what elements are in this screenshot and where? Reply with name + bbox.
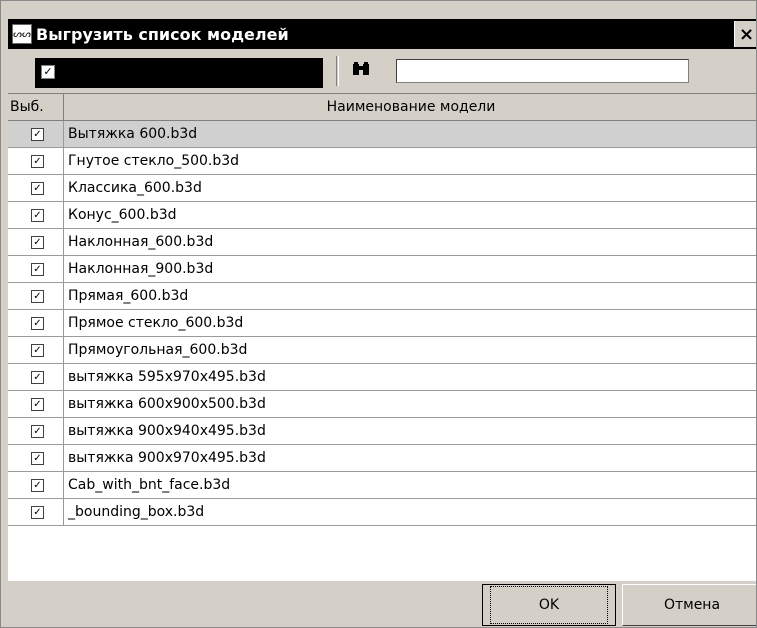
table-row[interactable]: ✓ Наклонная_900.b3d xyxy=(8,256,756,283)
ok-button[interactable]: OK xyxy=(482,584,616,626)
model-name-cell: Гнутое стекло_500.b3d xyxy=(68,153,240,169)
row-checkbox[interactable]: ✓ xyxy=(31,370,44,384)
model-name-cell: вытяжка 900x970x495.b3d xyxy=(68,450,266,466)
row-checkbox[interactable]: ✓ xyxy=(31,424,44,438)
model-name-cell: Прямоугольная_600.b3d xyxy=(68,342,248,358)
table-row[interactable]: ✓ Вытяжка 600.b3d xyxy=(8,121,756,148)
toolbar: ✓ xyxy=(8,49,756,93)
model-name-cell: Конус_600.b3d xyxy=(68,207,177,223)
row-select-cell: ✓ xyxy=(8,283,64,309)
models-table: Выб. Наименование модели ✓ Вытяжка 600.b3… xyxy=(8,93,756,582)
row-select-cell: ✓ xyxy=(8,472,64,498)
row-select-cell: ✓ xyxy=(8,148,64,174)
model-name-cell: Прямая_600.b3d xyxy=(68,288,189,304)
app-icon: ᔕᔕ xyxy=(12,24,32,44)
dialog-footer: OK Отмена xyxy=(8,581,756,627)
column-header-model-name[interactable]: Наименование модели xyxy=(64,94,756,120)
select-all-checkbox[interactable]: ✓ xyxy=(41,65,55,79)
title-bar: ᔕᔕ Выгрузить список моделей × xyxy=(8,19,756,49)
table-body: ✓ Вытяжка 600.b3d ✓ Гнутое стекло_500.b3d ✓ К… xyxy=(8,121,756,526)
row-select-cell: ✓ xyxy=(8,391,64,417)
row-checkbox[interactable]: ✓ xyxy=(31,127,44,141)
model-name-cell: вытяжка 600x900x500.b3d xyxy=(68,396,266,412)
table-row[interactable]: ✓ вытяжка 900x970x495.b3d xyxy=(8,445,756,472)
table-row[interactable]: ✓ Гнутое стекло_500.b3d xyxy=(8,148,756,175)
row-select-cell: ✓ xyxy=(8,121,64,147)
row-checkbox[interactable]: ✓ xyxy=(31,208,44,222)
row-checkbox[interactable]: ✓ xyxy=(31,181,44,195)
table-row[interactable]: ✓ Конус_600.b3d xyxy=(8,202,756,229)
model-name-cell: Наклонная_900.b3d xyxy=(68,261,214,277)
ok-button-label: OK xyxy=(489,586,609,624)
row-checkbox[interactable]: ✓ xyxy=(31,397,44,411)
row-select-cell: ✓ xyxy=(8,418,64,444)
model-name-cell: Вытяжка 600.b3d xyxy=(68,126,198,142)
table-row[interactable]: ✓ вытяжка 900x940x495.b3d xyxy=(8,418,756,445)
model-name-cell: Наклонная_600.b3d xyxy=(68,234,214,250)
row-checkbox[interactable]: ✓ xyxy=(31,343,44,357)
table-row[interactable]: ✓ Cab_with_bnt_face.b3d xyxy=(8,472,756,499)
close-button[interactable]: × xyxy=(734,21,756,47)
model-name-cell: Классика_600.b3d xyxy=(68,180,202,196)
row-select-cell: ✓ xyxy=(8,229,64,255)
row-checkbox[interactable]: ✓ xyxy=(31,451,44,465)
filter-field[interactable]: ✓ xyxy=(35,58,323,88)
model-name-cell: _bounding_box.b3d xyxy=(68,504,205,520)
row-checkbox[interactable]: ✓ xyxy=(31,316,44,330)
model-name-cell: вытяжка 595x970x495.b3d xyxy=(68,369,266,385)
row-select-cell: ✓ xyxy=(8,202,64,228)
row-select-cell: ✓ xyxy=(8,364,64,390)
row-select-cell: ✓ xyxy=(8,445,64,471)
row-select-cell: ✓ xyxy=(8,337,64,363)
table-row[interactable]: ✓ вытяжка 595x970x495.b3d xyxy=(8,364,756,391)
binoculars-icon[interactable] xyxy=(352,62,370,80)
search-input[interactable] xyxy=(396,59,689,83)
model-name-cell: вытяжка 900x940x495.b3d xyxy=(68,423,266,439)
export-models-dialog: ᔕᔕ Выгрузить список моделей × ✓ Выб. Наи… xyxy=(0,0,757,628)
binoculars-icon-svg xyxy=(353,62,369,75)
table-row[interactable]: ✓ Классика_600.b3d xyxy=(8,175,756,202)
row-checkbox[interactable]: ✓ xyxy=(31,235,44,249)
table-row[interactable]: ✓ вытяжка 600x900x500.b3d xyxy=(8,391,756,418)
table-row[interactable]: ✓ _bounding_box.b3d xyxy=(8,499,756,526)
model-name-cell: Прямое стекло_600.b3d xyxy=(68,315,244,331)
row-checkbox[interactable]: ✓ xyxy=(31,154,44,168)
table-header: Выб. Наименование модели xyxy=(8,94,756,121)
row-checkbox[interactable]: ✓ xyxy=(31,289,44,303)
table-row[interactable]: ✓ Прямое стекло_600.b3d xyxy=(8,310,756,337)
table-row[interactable]: ✓ Прямоугольная_600.b3d xyxy=(8,337,756,364)
toolbar-separator xyxy=(336,56,339,86)
row-select-cell: ✓ xyxy=(8,256,64,282)
row-select-cell: ✓ xyxy=(8,175,64,201)
row-checkbox[interactable]: ✓ xyxy=(31,505,44,519)
dialog-title: Выгрузить список моделей xyxy=(36,24,289,44)
cancel-button[interactable]: Отмена xyxy=(622,584,756,626)
table-row[interactable]: ✓ Наклонная_600.b3d xyxy=(8,229,756,256)
column-header-select[interactable]: Выб. xyxy=(8,94,64,120)
row-select-cell: ✓ xyxy=(8,310,64,336)
row-checkbox[interactable]: ✓ xyxy=(31,262,44,276)
row-checkbox[interactable]: ✓ xyxy=(31,478,44,492)
table-row[interactable]: ✓ Прямая_600.b3d xyxy=(8,283,756,310)
row-select-cell: ✓ xyxy=(8,499,64,525)
model-name-cell: Cab_with_bnt_face.b3d xyxy=(68,477,231,493)
